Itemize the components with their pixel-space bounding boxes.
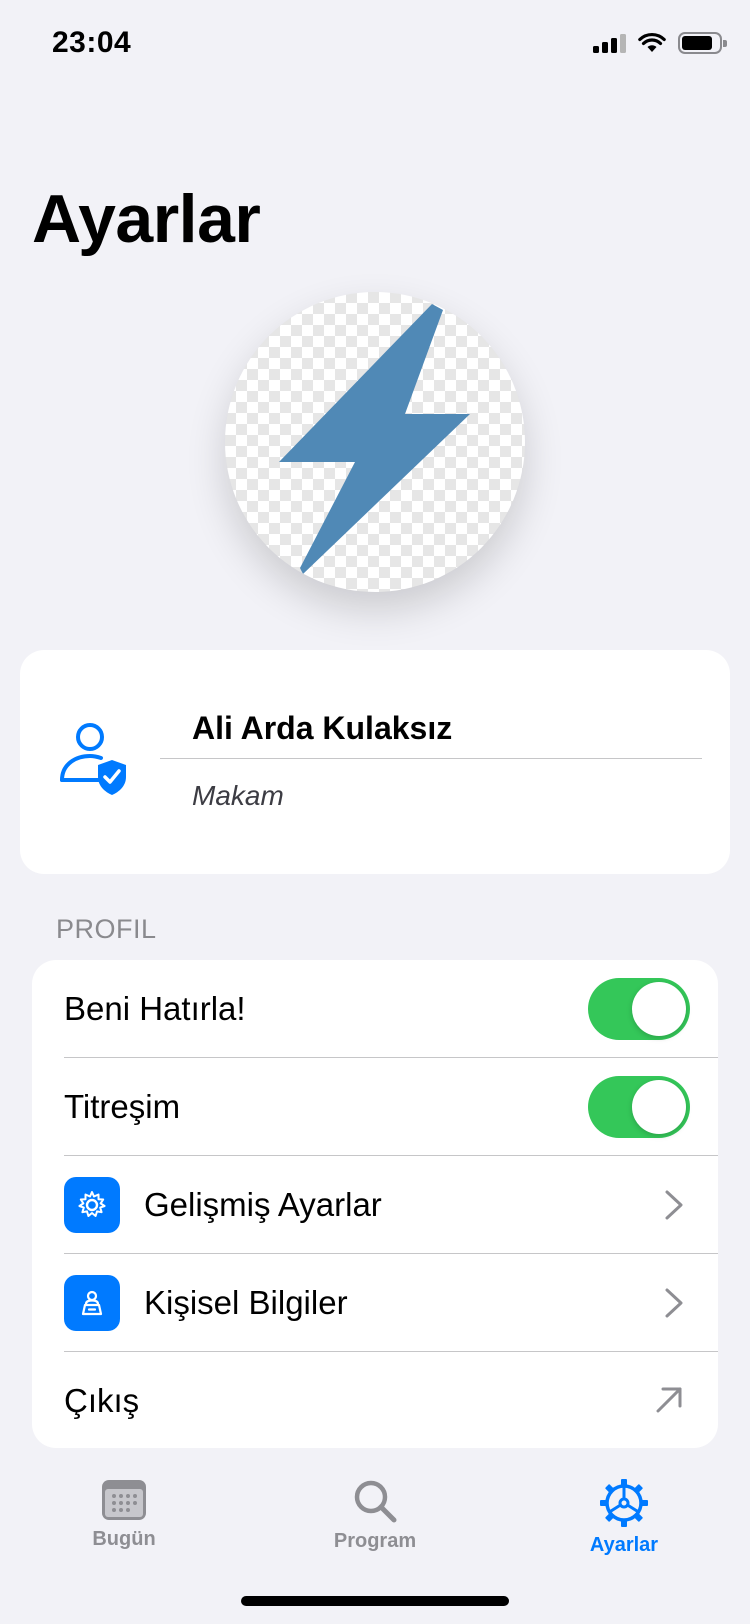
tab-label: Bugün (92, 1528, 156, 1550)
status-bar: 23:04 (0, 0, 750, 90)
arrow-up-right-icon (656, 1387, 682, 1413)
home-indicator[interactable] (241, 1596, 509, 1606)
chevron-right-icon (665, 1288, 683, 1318)
row-advanced-settings[interactable]: Gelişmiş Ayarlar (32, 1156, 718, 1254)
section-header-profil: PROFIL (56, 914, 157, 944)
gear-icon (64, 1177, 120, 1233)
person-badge-icon (64, 1275, 120, 1331)
steering-gear-icon (600, 1479, 648, 1527)
status-icons (593, 32, 727, 54)
tab-ayarlar[interactable]: Ayarlar (544, 1478, 704, 1557)
profile-name[interactable]: Ali Arda Kulaksız (192, 710, 452, 747)
person-shield-icon (60, 723, 126, 795)
tab-label: Program (333, 1530, 417, 1552)
row-label: Titreşim (64, 1088, 181, 1125)
wifi-icon (638, 32, 666, 52)
remember-me-toggle[interactable] (588, 978, 690, 1040)
profile-title-field[interactable]: Makam (192, 780, 284, 812)
tab-bugun[interactable]: Bugün (44, 1478, 204, 1551)
profile-avatar[interactable] (225, 292, 525, 592)
settings-screen: 23:04 Ayarlar Ali Arda Kulaksız Makam PR… (0, 0, 750, 1624)
battery-icon (678, 32, 727, 54)
row-label: Beni Hatırla! (64, 990, 246, 1027)
row-logout[interactable]: Çıkış (32, 1352, 718, 1448)
row-label: Çıkış (64, 1382, 140, 1419)
profile-divider (160, 758, 702, 759)
row-label: Gelişmiş Ayarlar (144, 1186, 382, 1223)
row-label: Kişisel Bilgiler (144, 1284, 348, 1321)
vibration-toggle[interactable] (588, 1076, 690, 1138)
row-vibration: Titreşim (32, 1058, 718, 1156)
row-remember-me: Beni Hatırla! (32, 960, 718, 1058)
lightning-bolt-icon (279, 304, 470, 574)
tab-program[interactable]: Program (295, 1478, 455, 1553)
status-time: 23:04 (52, 26, 132, 59)
tab-label: Ayarlar (589, 1534, 659, 1556)
chevron-right-icon (665, 1190, 683, 1220)
calendar-icon (102, 1480, 146, 1520)
page-title: Ayarlar (32, 181, 261, 257)
settings-list: Beni Hatırla! Titreşim Gelişmiş Ayarlar (32, 960, 718, 1448)
cellular-signal-icon (593, 33, 626, 53)
row-personal-info[interactable]: Kişisel Bilgiler (32, 1254, 718, 1352)
search-icon (354, 1480, 397, 1523)
profile-card: Ali Arda Kulaksız Makam (20, 650, 730, 874)
